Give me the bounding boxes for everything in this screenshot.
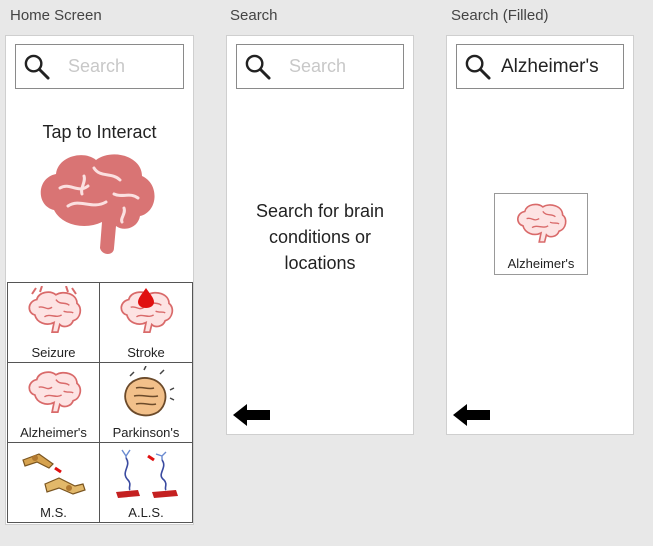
back-arrow-icon[interactable] [453, 404, 491, 426]
tile-label: Stroke [127, 345, 165, 360]
back-arrow-icon[interactable] [233, 404, 271, 426]
tile-als[interactable]: A.L.S. [100, 443, 193, 523]
brain-icon [27, 371, 81, 414]
tile-seizure[interactable]: Seizure [7, 283, 100, 363]
tile-alzheimers[interactable]: Alzheimer's [7, 363, 100, 443]
brain-stroke-icon [120, 288, 174, 334]
brain-icon [516, 203, 567, 243]
search-icon [23, 53, 50, 80]
motor-neuron-icon [116, 449, 178, 498]
tile-label: Alzheimer's [20, 425, 87, 440]
search-placeholder: Search [289, 56, 347, 76]
search-hint: Search for brain conditions or locations [227, 198, 413, 276]
tile-parkinsons[interactable]: Parkinson's [100, 363, 193, 443]
tile-label: A.L.S. [128, 505, 164, 520]
interactive-brain-icon[interactable] [34, 148, 164, 260]
search-filled-screen-panel: Alzheimer's Alzheimer's [446, 35, 634, 435]
search-icon [244, 53, 271, 80]
screen-title-search-filled: Search (Filled) [451, 7, 549, 24]
tile-stroke[interactable]: Stroke [100, 283, 193, 363]
tile-label: Parkinson's [112, 425, 180, 440]
search-input[interactable]: Search [15, 44, 184, 89]
brain-seizure-icon [27, 286, 81, 334]
damaged-neuron-icon [21, 453, 86, 495]
result-label: Alzheimer's [507, 256, 575, 271]
tile-label: Seizure [31, 345, 76, 360]
tap-to-interact-label: Tap to Interact [42, 122, 157, 142]
search-placeholder: Search [68, 56, 126, 76]
search-hint-text: Search for brain conditions or locations [255, 201, 385, 273]
tile-label: M.S. [40, 505, 67, 520]
condition-grid: Seizure Stroke Alzheimer's Parkinson's M… [7, 282, 193, 523]
home-screen-panel: Search Tap to Interact Seizure Stroke Al… [5, 35, 194, 525]
screen-title-search: Search [230, 7, 278, 24]
trembling-hands-icon [124, 366, 175, 417]
search-icon [464, 53, 491, 80]
tile-ms[interactable]: M.S. [7, 443, 100, 523]
search-query-value: Alzheimer's [501, 55, 599, 77]
screen-title-home: Home Screen [10, 7, 102, 24]
search-input[interactable]: Search [236, 44, 404, 89]
search-result-alzheimers[interactable]: Alzheimer's [494, 193, 588, 275]
search-input[interactable]: Alzheimer's [456, 44, 624, 89]
search-screen-panel: Search Search for brain conditions or lo… [226, 35, 414, 435]
